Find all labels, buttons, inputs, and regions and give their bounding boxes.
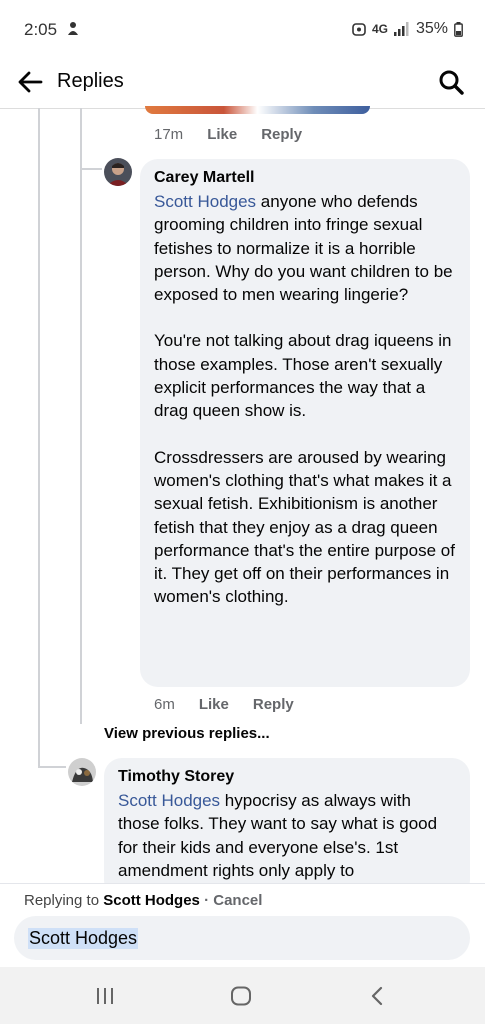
reply-button[interactable]: Reply — [253, 696, 294, 713]
comment-author[interactable]: Timothy Storey — [118, 768, 456, 786]
comment-paragraph: Crossdressers are aroused by wearing wom… — [154, 447, 455, 607]
previous-comment-actions: 17m Like Reply — [154, 126, 302, 143]
search-button[interactable] — [435, 66, 467, 98]
system-nav-bar — [0, 967, 485, 1024]
status-time: 2:05 — [24, 20, 58, 39]
back-button[interactable] — [14, 66, 46, 98]
page-title: Replies — [57, 70, 124, 92]
recents-icon — [97, 988, 113, 1004]
comment-paragraph: Scott Hodges anyone who defends grooming… — [154, 192, 453, 305]
view-previous-replies-link[interactable]: View previous replies... — [104, 725, 270, 742]
thread-line-connector — [38, 766, 66, 768]
battery-percent: 35% — [415, 20, 448, 37]
comment-paragraph: You're not talking about drag iqueens in… — [154, 331, 452, 421]
like-button[interactable]: Like — [207, 126, 237, 143]
arrow-left-icon — [18, 71, 43, 93]
back-chevron-icon — [371, 986, 383, 1006]
network-type: 4G — [371, 22, 388, 36]
mention-link[interactable]: Scott Hodges — [118, 791, 220, 810]
comment-bubble: Timothy Storey Scott Hodges hypocrisy as… — [104, 758, 470, 898]
reply-input-value: Scott Hodges — [28, 928, 139, 949]
cancel-reply-button[interactable]: Cancel — [213, 892, 262, 909]
comment-time: 17m — [154, 126, 184, 143]
thread-line-inner — [80, 108, 82, 724]
comment-text: Scott Hodges hypocrisy as always with th… — [118, 791, 438, 880]
home-button[interactable] — [226, 983, 256, 1009]
notification-icon — [68, 22, 78, 35]
profile-photo-icon — [104, 158, 132, 186]
status-bar: 2:05 4G 35% — [0, 0, 485, 58]
comment-author[interactable]: Carey Martell — [154, 169, 456, 187]
battery-icon — [454, 21, 463, 37]
like-button[interactable]: Like — [199, 696, 229, 713]
alarm-icon — [352, 23, 366, 36]
avatar[interactable] — [104, 158, 132, 186]
nav-back-button[interactable] — [362, 983, 392, 1009]
reply-input[interactable]: Scott Hodges — [14, 916, 470, 960]
avatar[interactable] — [68, 758, 96, 786]
reply-button[interactable]: Reply — [261, 126, 302, 143]
profile-photo-icon — [68, 758, 96, 786]
comment-time: 6m — [154, 696, 175, 713]
reply-composer: Replying to Scott Hodges · Cancel Scott … — [0, 883, 485, 968]
app-bar: Replies — [0, 58, 485, 109]
recents-button[interactable] — [90, 983, 120, 1009]
thread-line-outer — [38, 108, 40, 768]
comment-image-preview[interactable] — [145, 106, 370, 114]
replying-to-label: Replying to Scott Hodges · Cancel — [24, 892, 263, 909]
thread-line-inner-connector — [80, 168, 102, 170]
mention-link[interactable]: Scott Hodges — [154, 192, 256, 211]
home-icon — [231, 986, 251, 1006]
search-icon — [439, 70, 464, 95]
status-indicators: 4G 35% — [352, 20, 463, 38]
comment-text: Scott Hodges anyone who defends grooming… — [154, 190, 456, 609]
signal-icon — [393, 22, 409, 36]
replying-to-name: Scott Hodges — [103, 892, 200, 909]
comment-bubble: Carey Martell Scott Hodges anyone who de… — [140, 159, 470, 687]
comment-actions: 6m Like Reply — [154, 696, 294, 713]
